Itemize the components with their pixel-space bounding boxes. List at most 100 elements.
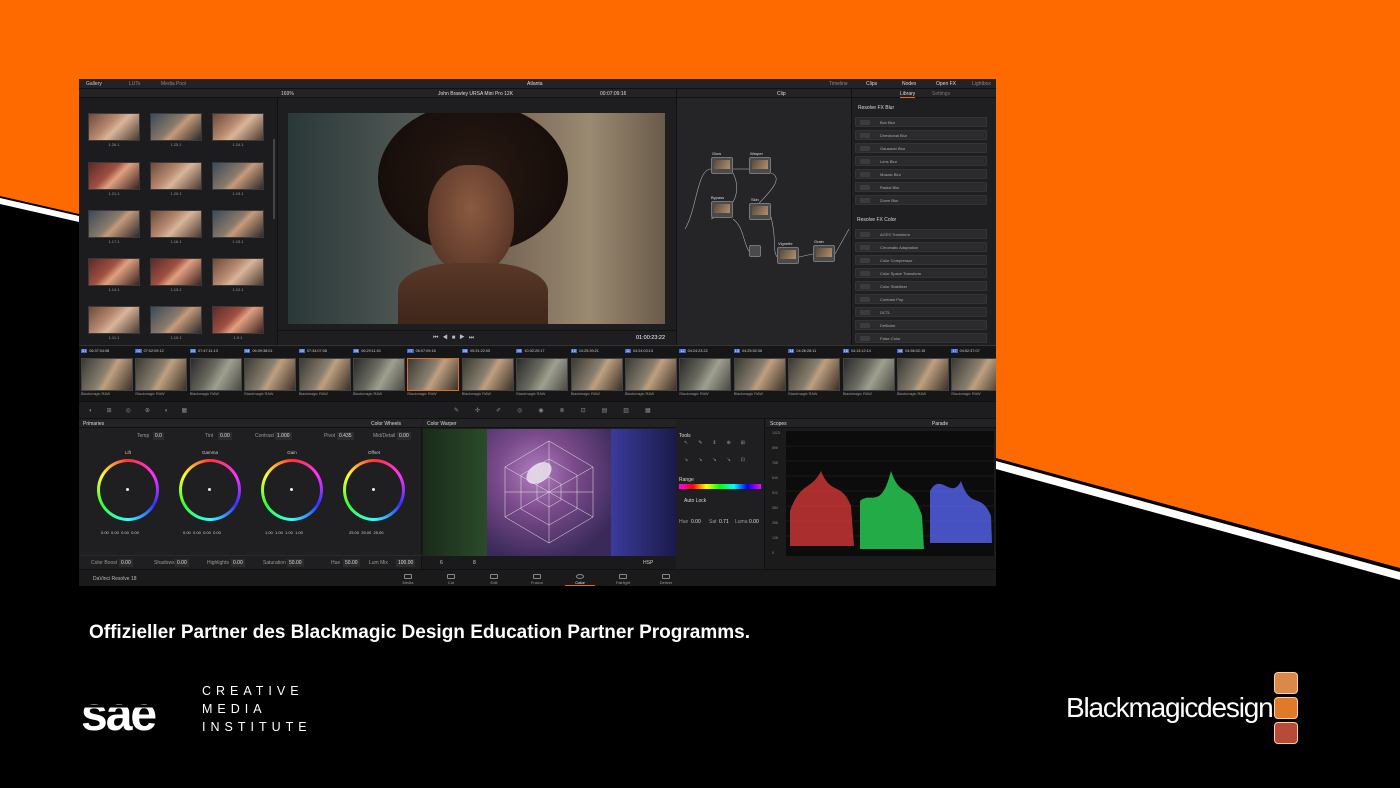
timeline-tab[interactable]: Timeline [829,81,848,87]
fx-item[interactable]: Contrast Pop [855,294,987,304]
palette-icons-mid[interactable]: ✎✣✐◎◉⊗⊡▤▥▦ [454,407,667,414]
fx-item[interactable]: Radial Blur [855,182,987,192]
gallery-still[interactable] [150,113,202,141]
palette-icons-left[interactable]: ◐⊞◎⊕◑▦ [89,407,201,414]
gallery-still[interactable] [150,210,202,238]
timeline-clip[interactable] [407,358,460,391]
fx-item[interactable]: Color Compressor [855,255,987,265]
scope-mode[interactable]: Parade [932,421,948,427]
page-color[interactable]: Color [565,574,595,586]
node-skin[interactable] [749,203,771,220]
gallery-still[interactable] [150,258,202,286]
fx-item[interactable]: Zoom Blur [855,195,987,205]
fx-item[interactable]: Directional Blur [855,130,987,140]
fx-item[interactable]: Gaussian Blur [855,143,987,153]
zoom-level[interactable]: 169% [281,91,294,97]
timeline-clip[interactable] [189,358,242,391]
gallery-still[interactable] [150,162,202,190]
range-bar[interactable] [679,484,761,489]
timeline-clip[interactable] [353,358,405,391]
openfx-tab[interactable]: Open FX [936,81,956,87]
gallery-still[interactable] [88,162,140,190]
timeline-clip[interactable] [897,358,949,391]
offset-wheel[interactable] [343,459,405,521]
tool-icons[interactable]: ↖✎⇕⊕⊞ [684,440,755,446]
fx-item[interactable]: False Color [855,333,987,343]
colorboost-field[interactable]: 0.00 [119,559,133,567]
pivot-field[interactable]: 0.435 [337,432,354,440]
timeline-clip[interactable] [733,358,786,391]
page-edit[interactable]: Edit [479,574,509,585]
temp-field[interactable]: 0.0 [153,432,164,440]
primaries-mode[interactable]: Color Wheels [371,421,401,427]
lift-values[interactable]: 0.00 0.00 0.00 0.00 [101,530,139,535]
timeline-clip[interactable] [625,358,677,391]
node-warper[interactable] [749,157,771,174]
warper-mode[interactable]: HSP [643,560,653,566]
shadows-field[interactable]: 0.00 [175,559,189,567]
gallery-still[interactable] [88,113,140,141]
warper-luma[interactable]: 0.00 [749,519,759,525]
gallery-still[interactable] [150,306,202,334]
fx-item[interactable]: Chromatic Adaptation [855,242,987,252]
timeline-clip[interactable] [570,358,623,391]
timeline-clip[interactable] [135,358,188,391]
lummix-field[interactable]: 100.00 [396,559,416,567]
timeline-clip[interactable] [516,358,569,391]
fx-item[interactable]: Box Blur [855,117,987,127]
gallery-still[interactable] [212,162,264,190]
gamma-values[interactable]: 0.00 0.00 0.00 0.00 [183,530,221,535]
luts-tab[interactable]: LUTs [129,81,140,87]
contrast-field[interactable]: 1.000 [275,432,292,440]
timeline-clip[interactable] [244,358,297,391]
fx-item[interactable]: Color Space Transform [855,268,987,278]
node-glow[interactable] [711,157,733,174]
gallery-tab[interactable]: Gallery [86,81,102,87]
timeline-clip[interactable] [298,358,351,391]
node-editor[interactable]: Clip Glow Warper Bypass Skin Vignette Gr… [676,89,852,345]
autolock-label[interactable]: Auto Lock [684,498,706,504]
video-frame[interactable] [288,113,665,324]
warper-hue[interactable]: 0.00 [691,519,701,525]
warper-canvas[interactable] [423,429,676,556]
gamma-wheel[interactable] [179,459,241,521]
fx-item[interactable]: Lens Blur [855,156,987,166]
settings-tab[interactable]: Settings [932,91,950,97]
warper-sat[interactable]: 0.71 [719,519,729,525]
gallery-still[interactable] [88,258,140,286]
node-grain[interactable] [813,245,835,262]
fx-item[interactable]: ACES Transform [855,229,987,239]
gallery-still[interactable] [88,306,140,334]
saturation-field[interactable]: 50.00 [287,559,304,567]
warper-res-value[interactable]: 8 [473,560,476,566]
highlights-field[interactable]: 0.00 [231,559,245,567]
lightbox-tab[interactable]: Lightbox [972,81,991,87]
lift-wheel[interactable] [97,459,159,521]
gallery-still[interactable] [212,306,264,334]
fx-item[interactable]: Mosaic Blur [855,169,987,179]
page-media[interactable]: Media [393,574,423,585]
timeline-clip[interactable] [81,358,133,391]
gallery-still[interactable] [212,258,264,286]
warper-grid-value[interactable]: 6 [440,560,443,566]
fx-item[interactable]: Color Stabilizer [855,281,987,291]
fx-item[interactable]: DCTL [855,307,987,317]
timeline-clip[interactable] [679,358,732,391]
page-deliver[interactable]: Deliver [651,574,681,585]
gallery-still[interactable] [212,210,264,238]
timeline-clip[interactable] [461,358,514,391]
offset-values[interactable]: 25.00 25.00 25.00 [349,530,384,535]
gallery-still[interactable] [88,210,140,238]
page-fairlight[interactable]: Fairlight [608,574,638,585]
node-bypass[interactable] [711,201,733,218]
gain-values[interactable]: 1.00 1.00 1.00 1.00 [265,530,303,535]
timeline-clip[interactable] [951,358,996,391]
library-tab[interactable]: Library [900,91,916,98]
timeline-clip[interactable] [842,358,895,391]
hue-field[interactable]: 50.00 [343,559,360,567]
transport-controls-icon[interactable]: ⏮◀■▶⏭ [433,335,478,342]
media-pool-tab[interactable]: Media Pool [161,81,186,87]
timeline-clip[interactable] [788,358,841,391]
tint-field[interactable]: 0.00 [218,432,232,440]
node-mixer[interactable] [749,245,761,257]
